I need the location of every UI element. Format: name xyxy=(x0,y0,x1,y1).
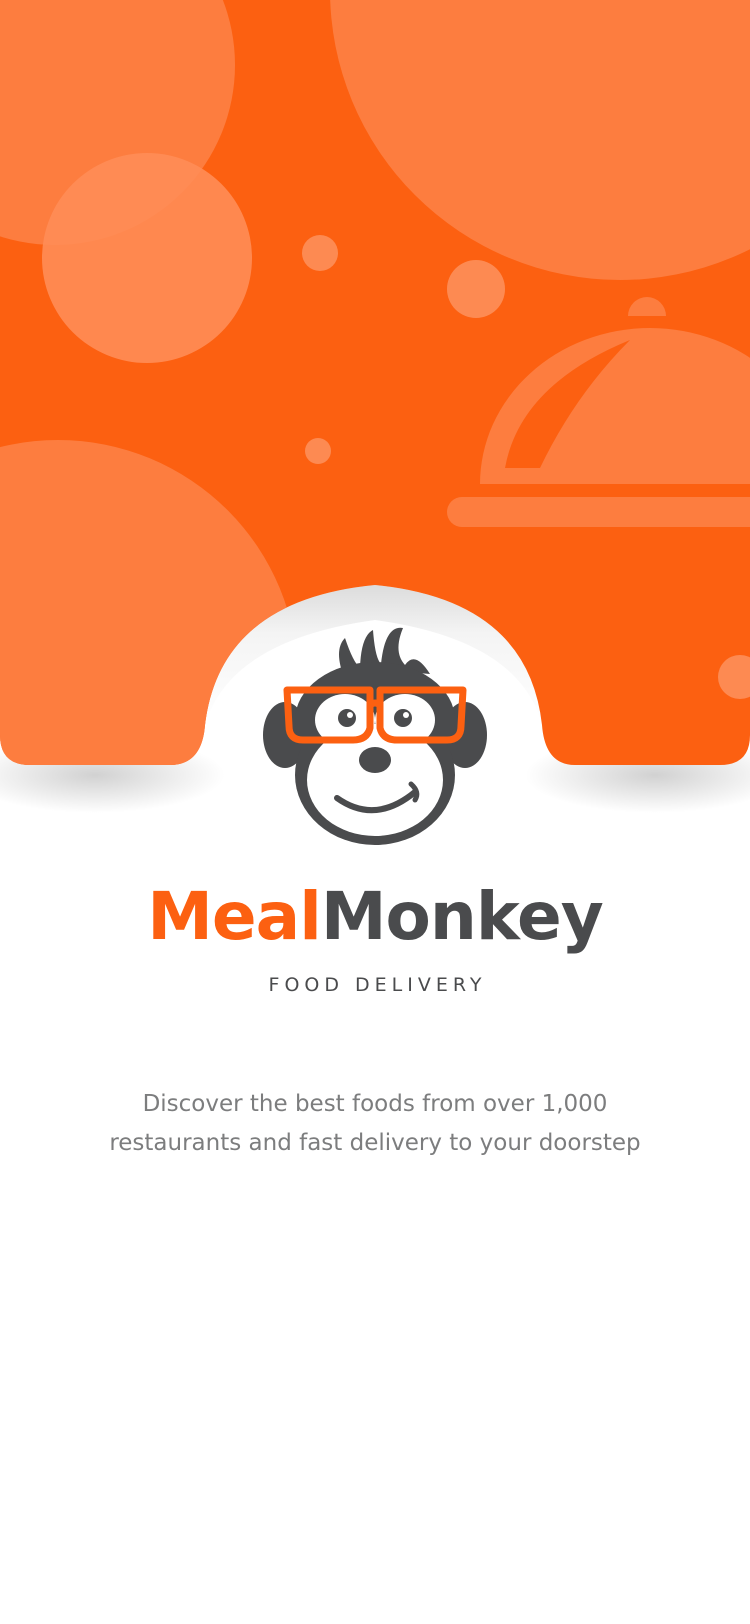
app-brand-name: MealMonkey xyxy=(0,872,750,962)
app-tagline: FOOD DELIVERY xyxy=(268,974,487,996)
brand-name-part-monkey: Monkey xyxy=(320,878,604,955)
brand-name-part-meal: Meal xyxy=(147,878,322,955)
splash-hero xyxy=(0,0,750,850)
app-description: Discover the best foods from over 1,000 … xyxy=(100,1085,650,1163)
hero-illustration xyxy=(0,0,750,845)
description-line-1: Discover the best foods from over 1,000 xyxy=(142,1091,608,1117)
description-line-2: restaurants and fast delivery to your do… xyxy=(109,1130,641,1156)
monkey-with-glasses-icon xyxy=(263,627,487,845)
